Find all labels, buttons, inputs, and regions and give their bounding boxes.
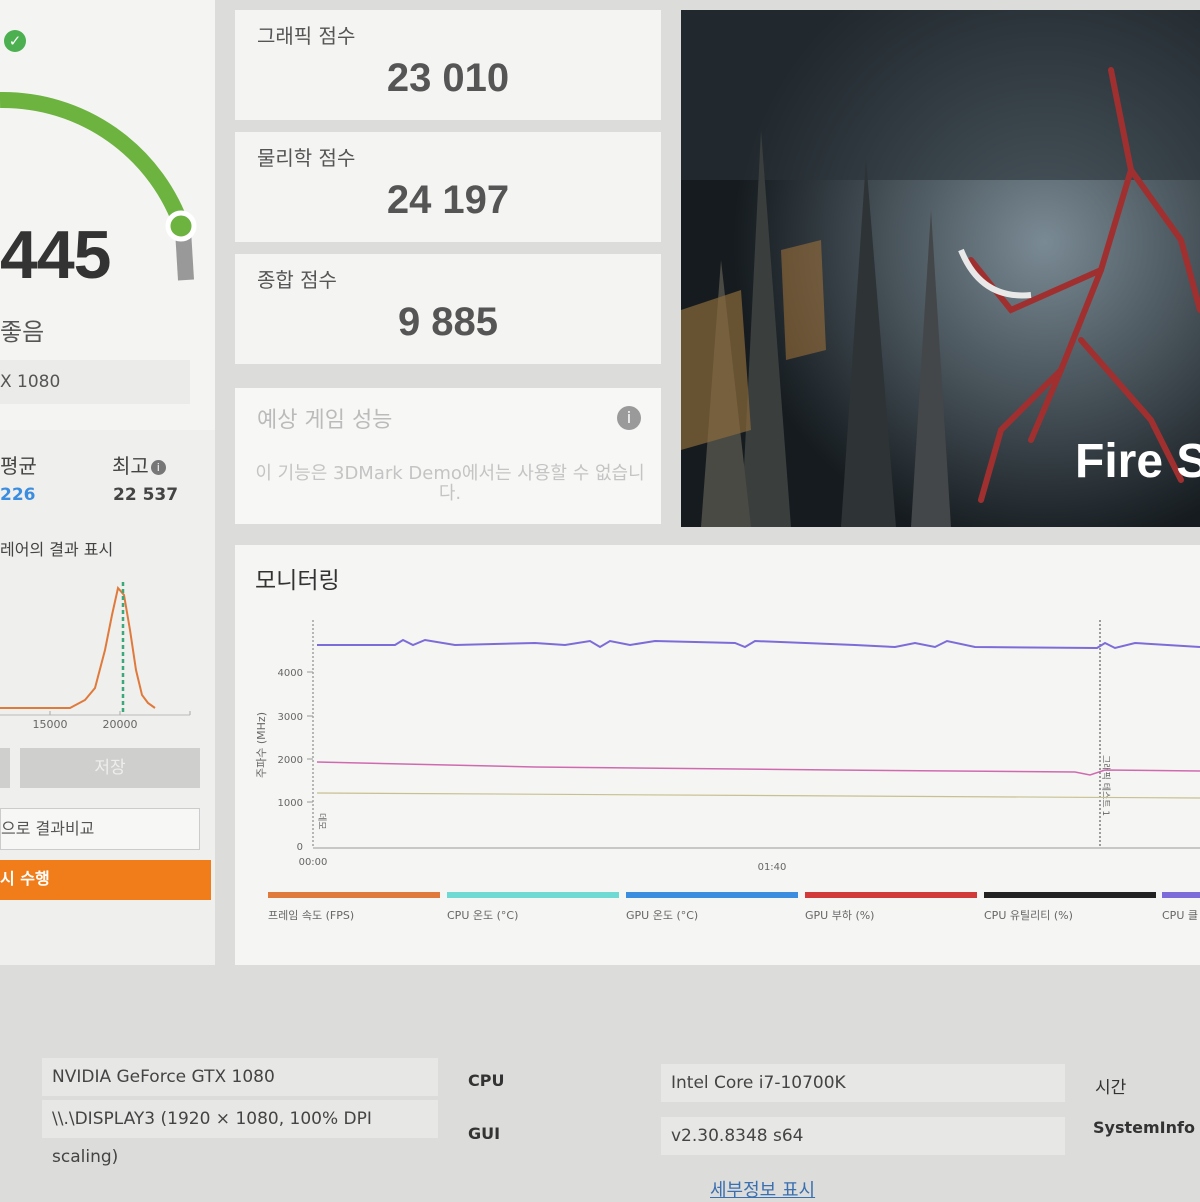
legend-gpu-load[interactable]: GPU 부하 (%) (805, 892, 977, 923)
legend-cpu-utility[interactable]: CPU 유틸리티 (%) (984, 892, 1156, 923)
memory-clock-line (316, 792, 1200, 799)
overall-score: 445 (0, 217, 111, 293)
physics-score-card: 물리학 점수 24 197 (235, 132, 661, 242)
best-label: 최고 (112, 454, 149, 478)
y-axis-label: 주파수 (MHz) (255, 712, 268, 778)
monitoring-title: 모니터링 (255, 568, 340, 594)
hist-tick-20000: 20000 (103, 718, 138, 731)
legend-frame-rate[interactable]: 프레임 속도 (FPS) (268, 892, 440, 923)
hist-tick-15000: 15000 (33, 718, 68, 731)
show-details-link[interactable]: 세부정보 표시 (710, 1176, 815, 1202)
gpu-name-strip: X 1080 (0, 360, 190, 404)
score-distribution-histogram: 15000 20000 (0, 582, 191, 731)
systeminfo-key: SystemInfo (1093, 1118, 1195, 1137)
fire-strike-banner-image: Fire S (681, 10, 1200, 527)
load-button[interactable] (0, 748, 10, 788)
y-tick-3000: 3000 (278, 712, 303, 723)
estimated-game-performance-card: 예상 게임 성능 i 이 기능은 3DMark Demo에서는 사용할 수 없습… (235, 388, 661, 524)
y-tick-4000: 4000 (278, 668, 303, 679)
info-icon[interactable]: i (150, 460, 166, 475)
legend-cpu-temp[interactable]: CPU 온도 (°C) (447, 892, 619, 923)
gui-key: GUI (468, 1124, 501, 1143)
best-value: 22 537 (113, 485, 179, 505)
display-info-box: \\.\DISPLAY3 (1920 × 1080, 100% DPI scal… (42, 1100, 438, 1167)
check-icon: ✓ (4, 30, 26, 52)
score-rating: 좋음 (0, 318, 45, 346)
cpu-clock-line (317, 638, 1200, 650)
combined-score-value: 9 885 (397, 300, 499, 344)
combined-score-label: 종합 점수 (257, 268, 337, 292)
x-tick-0140: 01:40 (758, 862, 787, 873)
gauge-knob (165, 210, 197, 242)
info-icon[interactable]: i (617, 406, 641, 430)
y-tick-2000: 2000 (278, 755, 303, 766)
graphics-score-value: 23 010 (386, 56, 510, 100)
cpu-key: CPU (468, 1071, 505, 1090)
combined-score-card: 종합 점수 9 885 (235, 254, 661, 364)
physics-score-value: 24 197 (386, 178, 510, 222)
graphics-test-marker-label: 그래픽 테스트 1 (1100, 755, 1111, 816)
demo-marker-label: 데모 (316, 813, 327, 830)
save-button[interactable]: 저장 (20, 748, 200, 788)
hardware-results-label: 레어의 결과 표시 (0, 540, 114, 559)
compare-results-button[interactable]: 으로 결과비교 (0, 808, 200, 850)
legend-cpu-clock[interactable]: CPU 클 (1162, 892, 1200, 923)
y-tick-1000: 1000 (278, 798, 303, 809)
legend-gpu-temp[interactable]: GPU 온도 (°C) (626, 892, 798, 923)
gpu-info-box: NVIDIA GeForce GTX 1080 (42, 1058, 438, 1096)
gpu-clock-line (316, 761, 1200, 776)
y-tick-0: 0 (297, 842, 303, 853)
monitoring-panel: 모니터링 주파수 (MHz) 4000 3000 2000 1000 0 00:… (235, 545, 1200, 965)
x-tick-0000: 00:00 (299, 857, 328, 868)
monitoring-chart: 주파수 (MHz) 4000 3000 2000 1000 0 00:00 01… (255, 620, 1200, 873)
estimated-performance-unavailable-text: 이 기능은 3DMark Demo에서는 사용할 수 없습니다. (255, 463, 645, 504)
physics-score-label: 물리학 점수 (257, 146, 356, 170)
gui-value-box: v2.30.8348 s64 (661, 1117, 1065, 1155)
estimated-performance-title: 예상 게임 성능 (257, 408, 393, 433)
average-value: 226 (0, 485, 36, 505)
cpu-value-box: Intel Core i7-10700K (661, 1064, 1065, 1102)
graphics-score-card: 그래픽 점수 23 010 (235, 10, 661, 120)
average-label: 평균 (0, 454, 37, 478)
hero-test-title: Fire S (1075, 435, 1200, 488)
graphics-score-label: 그래픽 점수 (257, 24, 356, 48)
score-summary-panel: ✓ 445 좋음 X 1080 평균 226 최고 i 22 537 레어의 결과… (0, 0, 215, 965)
run-again-button[interactable]: 시 수행 (0, 860, 211, 900)
best-label-wrap: 최고 i (112, 450, 166, 479)
time-key: 시간 (1095, 1078, 1127, 1098)
